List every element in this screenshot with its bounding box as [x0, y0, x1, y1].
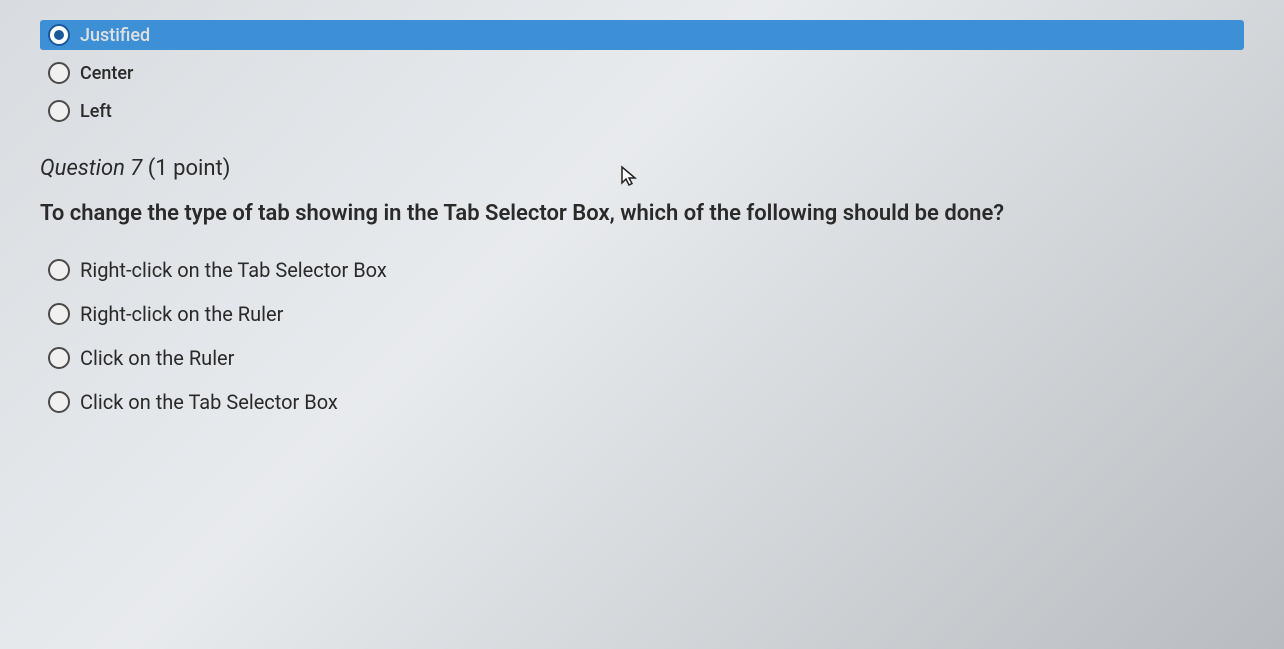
- radio-icon: [48, 24, 70, 46]
- answer-options: Right-click on the Tab Selector Box Righ…: [40, 254, 1244, 418]
- radio-option[interactable]: Right-click on the Ruler: [40, 298, 1244, 330]
- radio-option[interactable]: Right-click on the Tab Selector Box: [40, 254, 1244, 286]
- option-label: Click on the Tab Selector Box: [80, 390, 338, 414]
- previous-question-options: Justified Center Left: [40, 20, 1244, 126]
- option-label: Justified: [80, 25, 150, 46]
- radio-option-center[interactable]: Center: [40, 58, 1244, 88]
- radio-option-justified[interactable]: Justified: [40, 20, 1244, 50]
- radio-icon: [48, 259, 70, 281]
- question-header: Question 7 (1 point): [40, 156, 1244, 181]
- radio-icon: [48, 62, 70, 84]
- radio-option[interactable]: Click on the Ruler: [40, 342, 1244, 374]
- question-points: (1 point): [148, 156, 231, 181]
- radio-option-left[interactable]: Left: [40, 96, 1244, 126]
- radio-icon: [48, 347, 70, 369]
- option-label: Center: [80, 63, 133, 84]
- radio-option[interactable]: Click on the Tab Selector Box: [40, 386, 1244, 418]
- question-number: Question 7: [40, 156, 142, 181]
- option-label: Right-click on the Tab Selector Box: [80, 258, 387, 282]
- option-label: Left: [80, 101, 112, 122]
- option-label: Right-click on the Ruler: [80, 302, 283, 326]
- radio-icon: [48, 303, 70, 325]
- option-label: Click on the Ruler: [80, 346, 234, 370]
- question-block: Question 7 (1 point) To change the type …: [40, 156, 1244, 418]
- radio-icon: [48, 100, 70, 122]
- question-prompt: To change the type of tab showing in the…: [40, 199, 1140, 230]
- radio-icon: [48, 391, 70, 413]
